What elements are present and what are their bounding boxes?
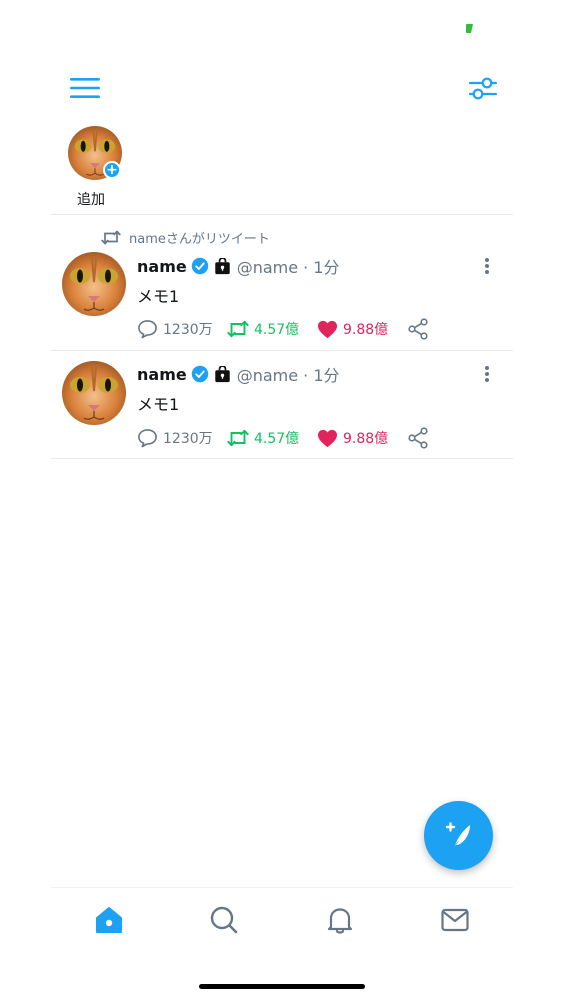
tweet-text: メモ1 xyxy=(137,287,180,306)
retweet-context[interactable]: nameさんがリツイート xyxy=(101,228,270,247)
divider xyxy=(51,214,513,215)
divider xyxy=(51,458,513,459)
tweet-avatar[interactable] xyxy=(62,361,126,425)
menu-button[interactable] xyxy=(68,75,102,101)
heart-icon xyxy=(318,320,337,338)
heart-icon xyxy=(318,429,337,447)
hamburger-menu-icon xyxy=(70,78,100,98)
like-button[interactable]: 9.88億 xyxy=(317,319,407,339)
tweet-header: name @name · 1分 xyxy=(137,363,340,386)
add-story-plus-icon[interactable]: + xyxy=(103,161,121,179)
like-count: 9.88億 xyxy=(343,431,389,447)
tweet-handle-time: @name · 1分 xyxy=(236,366,340,385)
compose-feather-icon xyxy=(445,821,470,849)
retweet-icon xyxy=(227,429,249,447)
tabbar-divider xyxy=(51,887,513,888)
divider xyxy=(51,350,513,351)
lock-icon xyxy=(214,365,230,382)
reply-count: 1230万 xyxy=(163,431,213,447)
cat-avatar-image xyxy=(62,252,126,316)
story-add-label: 追加 xyxy=(77,192,105,208)
verified-badge-icon xyxy=(191,257,208,275)
more-options-icon[interactable] xyxy=(479,363,495,385)
tweet-text: メモ1 xyxy=(137,395,180,414)
tweet-actions: 1230万 4.57億 9.88億 xyxy=(137,318,429,340)
tweet-avatar[interactable] xyxy=(62,252,126,316)
tweet-header: name @name · 1分 xyxy=(137,255,340,278)
share-icon[interactable] xyxy=(407,427,429,449)
reply-icon xyxy=(138,429,157,448)
retweet-icon xyxy=(227,320,249,338)
retweet-count: 4.57億 xyxy=(254,431,300,447)
more-options-icon[interactable] xyxy=(479,255,495,277)
reply-count: 1230万 xyxy=(163,322,213,338)
reply-button[interactable]: 1230万 xyxy=(137,428,227,448)
bell-icon[interactable] xyxy=(324,904,356,936)
retweet-context-label: nameさんがリツイート xyxy=(129,232,270,247)
tweet-actions: 1230万 4.57億 9.88億 xyxy=(137,427,429,449)
sliders-icon xyxy=(469,77,497,100)
lock-icon xyxy=(214,257,230,274)
home-indicator[interactable] xyxy=(199,984,365,989)
verified-badge-icon xyxy=(191,365,208,383)
tweet-handle-time: @name · 1分 xyxy=(236,258,340,277)
battery-icon xyxy=(466,24,475,33)
like-button[interactable]: 9.88億 xyxy=(317,428,407,448)
cat-avatar-image xyxy=(62,361,126,425)
home-icon[interactable] xyxy=(93,904,125,936)
filter-button[interactable] xyxy=(466,72,500,104)
tweet-author-name[interactable]: name xyxy=(137,365,187,384)
tweet-author-name[interactable]: name xyxy=(137,257,187,276)
compose-tweet-button[interactable] xyxy=(424,801,493,870)
retweet-button[interactable]: 4.57億 xyxy=(227,319,317,339)
search-icon[interactable] xyxy=(208,904,240,936)
like-count: 9.88億 xyxy=(343,322,389,338)
mail-icon[interactable] xyxy=(439,904,471,936)
share-icon[interactable] xyxy=(407,318,429,340)
retweet-icon xyxy=(101,230,121,245)
retweet-button[interactable]: 4.57億 xyxy=(227,428,317,448)
retweet-count: 4.57億 xyxy=(254,322,300,338)
reply-button[interactable]: 1230万 xyxy=(137,319,227,339)
reply-icon xyxy=(138,320,157,339)
